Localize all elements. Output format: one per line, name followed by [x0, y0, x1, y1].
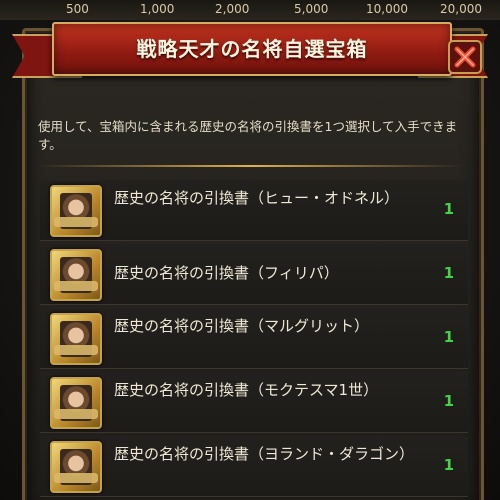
tier-value: 20,000: [440, 2, 482, 16]
item-label: 歴史の名将の引換書（フィリパ）: [114, 264, 339, 282]
item-quantity: 1: [443, 264, 454, 282]
item-label: 歴史の名将の引換書（モクテスマ1世）: [114, 381, 379, 399]
item-quantity: 1: [443, 200, 454, 218]
hugh-odonnell-portrait-icon: [50, 185, 102, 237]
list-item[interactable]: 歴史の名将の引換書（ヒュー・オドネル） 1: [40, 180, 468, 241]
item-quantity: 1: [443, 392, 454, 410]
tier-value: 10,000: [366, 2, 408, 16]
yolande-portrait-icon: [50, 441, 102, 493]
moctezuma-portrait-icon: [50, 377, 102, 429]
tier-value: 500: [66, 2, 89, 16]
dialog-description: 使用して、宝箱内に含まれる歴史の名将の引換書を1つ選択して入手できます。: [38, 119, 458, 152]
list-item[interactable]: 歴史の名将の引換書（モクテスマ1世） 1: [40, 372, 468, 433]
item-label: 歴史の名将の引換書（マルグリット）: [114, 317, 370, 335]
philippa-portrait-icon: [50, 249, 102, 301]
marguerite-portrait-icon: [50, 313, 102, 365]
item-label: 歴史の名将の引換書（ヒュー・オドネル）: [114, 189, 400, 207]
tier-value: 1,000: [140, 2, 175, 16]
gold-divider: [38, 165, 462, 167]
reward-tier-strip: 500 1,000 2,000 5,000 10,000 20,000: [0, 0, 500, 20]
list-item[interactable]: 歴史の名将の引換書（フィリパ） 1: [40, 244, 468, 305]
item-quantity: 1: [443, 456, 454, 474]
item-quantity: 1: [443, 328, 454, 346]
close-button[interactable]: [447, 39, 483, 75]
game-screen: 500 1,000 2,000 5,000 10,000 20,000 戦略天才…: [0, 0, 500, 500]
item-label: 歴史の名将の引換書（ヨランド・ダラゴン）: [114, 445, 415, 463]
tier-value: 2,000: [215, 2, 250, 16]
list-item[interactable]: 歴史の名将の引換書（ヨランド・ダラゴン） 1: [40, 436, 468, 497]
close-icon: [448, 40, 482, 74]
tier-value: 5,000: [294, 2, 329, 16]
list-item[interactable]: 歴史の名将の引換書（マルグリット） 1: [40, 308, 468, 369]
dialog-title: 戦略天才の名将自選宝箱: [136, 37, 368, 61]
title-ribbon: 戦略天才の名将自選宝箱: [52, 22, 452, 76]
